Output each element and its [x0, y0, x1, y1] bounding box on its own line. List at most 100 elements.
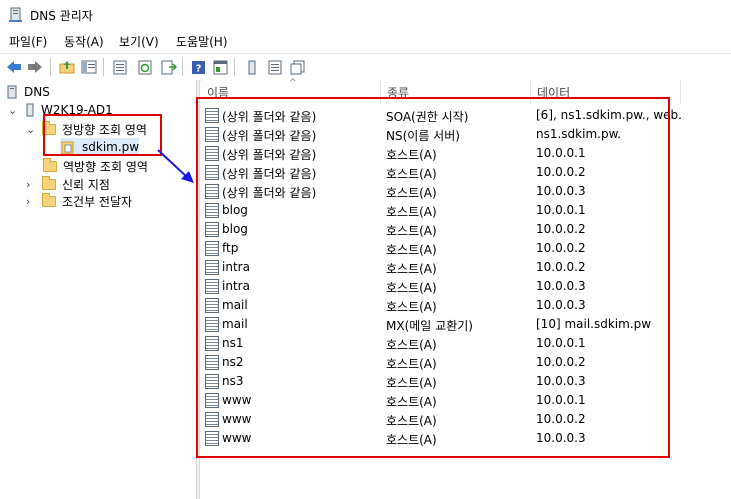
record-type: MX(메일 교환기) — [386, 319, 473, 333]
record-name: intra — [222, 279, 250, 293]
record-data: 10.0.0.3 — [536, 431, 586, 445]
record-name: www — [222, 393, 252, 407]
table-row[interactable]: intra 호스트(A) 10.0.0.2 — [201, 259, 731, 278]
table-row[interactable]: mail MX(메일 교환기) [10] mail.sdkim.pw — [201, 316, 731, 335]
record-name: ns2 — [222, 355, 244, 369]
back-arrow-icon[interactable] — [5, 58, 23, 76]
record-type: 호스트(A) — [386, 186, 437, 200]
table-row[interactable]: mail 호스트(A) 10.0.0.3 — [201, 297, 731, 316]
menu-view[interactable]: 보기(V) — [119, 33, 159, 50]
record-type: 호스트(A) — [386, 395, 437, 409]
table-row[interactable]: blog 호스트(A) 10.0.0.1 — [201, 202, 731, 221]
record-type: 호스트(A) — [386, 338, 437, 352]
record-type: 호스트(A) — [386, 167, 437, 181]
table-row[interactable]: ns1 호스트(A) 10.0.0.1 — [201, 335, 731, 354]
record-data: ns1.sdkim.pw. — [536, 127, 622, 141]
zone-icon — [61, 141, 74, 154]
forward-arrow-icon[interactable] — [26, 58, 44, 76]
show-hide-action-pane-icon[interactable] — [211, 58, 229, 76]
table-row[interactable]: www 호스트(A) 10.0.0.1 — [201, 392, 731, 411]
table-row[interactable]: (상위 폴더와 같음) 호스트(A) 10.0.0.1 — [201, 145, 731, 164]
tree-item-zone-sdkim[interactable]: sdkim.pw — [60, 138, 140, 156]
table-row[interactable]: ns3 호스트(A) 10.0.0.3 — [201, 373, 731, 392]
folder-icon — [42, 175, 56, 190]
pane-splitter[interactable] — [196, 80, 200, 499]
chevron-down-icon[interactable]: ⌄ — [26, 123, 36, 136]
column-name-label: 이름 — [207, 85, 230, 100]
tree-label-zone: sdkim.pw — [82, 140, 140, 154]
record-icon — [205, 127, 219, 142]
table-row[interactable]: (상위 폴더와 같음) 호스트(A) 10.0.0.2 — [201, 164, 731, 183]
tree-item-conditional-forwarders[interactable]: › 조건부 전달자 — [26, 192, 132, 210]
export-list-icon[interactable] — [160, 58, 178, 76]
tree-item-reverse-zone[interactable]: 역방향 조회 영역 — [43, 157, 148, 175]
record-name: (상위 폴더와 같음) — [222, 186, 317, 200]
refresh-icon[interactable] — [136, 58, 154, 76]
folder-icon — [42, 192, 56, 207]
record-name: mail — [222, 317, 248, 331]
record-icon — [205, 241, 219, 256]
tree-item-trust-points[interactable]: › 신뢰 지점 — [26, 175, 110, 193]
menu-help[interactable]: 도움말(H) — [176, 33, 228, 50]
menu-file[interactable]: 파일(F) — [9, 33, 47, 50]
up-folder-icon[interactable] — [58, 58, 76, 76]
toolbar-separator — [103, 58, 104, 76]
chevron-right-icon[interactable]: › — [26, 195, 36, 208]
record-type: 호스트(A) — [386, 262, 437, 276]
record-data: 10.0.0.2 — [536, 260, 586, 274]
folder-icon — [43, 157, 57, 172]
record-data: 10.0.0.1 — [536, 393, 586, 407]
column-header-type[interactable]: 종류 — [381, 80, 531, 104]
tree-label-forward-zone: 정방향 조회 영역 — [62, 122, 147, 137]
copy-records-icon[interactable] — [288, 58, 306, 76]
console-tree: DNS ⌄ W2K19-AD1 ⌄ 정방향 조회 영역 sdkim.pw 역방향… — [0, 80, 196, 499]
table-row[interactable]: (상위 폴더와 같음) 호스트(A) 10.0.0.3 — [201, 183, 731, 202]
record-icon — [205, 336, 219, 351]
chevron-right-icon[interactable]: › — [26, 178, 36, 191]
dns-app-icon — [9, 7, 22, 22]
record-type: 호스트(A) — [386, 281, 437, 295]
table-row[interactable]: intra 호스트(A) 10.0.0.3 — [201, 278, 731, 297]
server-icon — [26, 103, 34, 117]
show-hide-tree-icon[interactable] — [80, 58, 98, 76]
record-icon — [205, 412, 219, 427]
tree-item-server[interactable]: ⌄ W2K19-AD1 — [8, 101, 113, 119]
server-icon[interactable] — [243, 58, 261, 76]
tree-item-forward-zone[interactable]: ⌄ 정방향 조회 영역 — [26, 120, 147, 138]
record-icon — [205, 222, 219, 237]
toolbar: ? — [0, 53, 731, 81]
record-type: 호스트(A) — [386, 414, 437, 428]
record-type: 호스트(A) — [386, 433, 437, 447]
record-data: 10.0.0.2 — [536, 355, 586, 369]
table-row[interactable]: (상위 폴더와 같음) NS(이름 서버) ns1.sdkim.pw. — [201, 126, 731, 145]
properties-icon[interactable] — [111, 58, 129, 76]
record-icon — [205, 393, 219, 408]
table-row[interactable]: (상위 폴더와 같음) SOA(권한 시작) [6], ns1.sdkim.pw.,… — [201, 107, 731, 126]
tree-item-dns[interactable]: DNS — [6, 83, 50, 101]
table-row[interactable]: blog 호스트(A) 10.0.0.2 — [201, 221, 731, 240]
table-row[interactable]: ftp 호스트(A) 10.0.0.2 — [201, 240, 731, 259]
record-icon — [205, 184, 219, 199]
record-data: 10.0.0.2 — [536, 412, 586, 426]
record-name: blog — [222, 222, 248, 236]
record-icon — [205, 431, 219, 446]
column-header-data[interactable]: 데이터 — [531, 80, 681, 104]
help-icon[interactable]: ? — [189, 58, 207, 76]
record-icon — [205, 317, 219, 332]
record-name: intra — [222, 260, 250, 274]
column-data-label: 데이터 — [537, 85, 571, 100]
record-data: 10.0.0.1 — [536, 203, 586, 217]
record-icon — [205, 279, 219, 294]
record-list-icon[interactable] — [266, 58, 284, 76]
chevron-down-icon[interactable]: ⌄ — [8, 104, 18, 117]
record-name: ns3 — [222, 374, 244, 388]
table-row[interactable]: www 호스트(A) 10.0.0.3 — [201, 430, 731, 449]
arrow-annotation-icon — [157, 149, 194, 183]
record-data: 10.0.0.1 — [536, 336, 586, 350]
record-data: 10.0.0.3 — [536, 279, 586, 293]
table-row[interactable]: ns2 호스트(A) 10.0.0.2 — [201, 354, 731, 373]
table-row[interactable]: www 호스트(A) 10.0.0.2 — [201, 411, 731, 430]
record-type: 호스트(A) — [386, 205, 437, 219]
menu-action[interactable]: 동작(A) — [64, 33, 104, 50]
folder-icon — [42, 120, 56, 135]
